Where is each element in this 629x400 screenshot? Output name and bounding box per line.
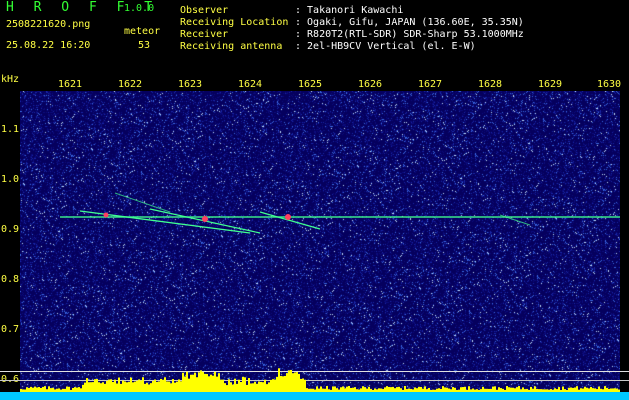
info-location-value: : Ogaki, Gifu, JAPAN (136.60E, 35.35N) [295, 17, 524, 28]
x-tick-1627: 1627 [418, 79, 443, 90]
x-tick-1622: 1622 [118, 79, 143, 90]
signal-overlay [60, 192, 620, 234]
info-receiver-key: Receiver [180, 29, 229, 40]
info-receiver-value: : R820T2(RTL-SDR) SDR-Sharp 53.1000MHz [295, 29, 524, 40]
separator-line-bottom [0, 380, 629, 381]
count-label: meteor [124, 26, 161, 37]
header-panel: H R O F F T 1.0.0 2508221620.png 25.08.2… [0, 0, 629, 72]
info-antenna-key: Receiving antenna [180, 41, 283, 52]
file-name: 2508221620.png [6, 19, 91, 30]
separator-line-top [0, 371, 629, 372]
info-observer-value: : Takanori Kawachi [295, 5, 404, 16]
y-tick-0-8: 0.8 [1, 274, 20, 285]
x-tick-1624: 1624 [238, 79, 263, 90]
y-tick-1-0: 1.0 [1, 174, 20, 185]
y-unit-label: kHz [1, 74, 20, 85]
x-tick-1629: 1629 [538, 79, 563, 90]
app-version: 1.0.0 [124, 3, 155, 14]
timestamp: 25.08.22 16:20 [6, 40, 91, 51]
y-tick-0-9: 0.9 [1, 224, 20, 235]
x-tick-1628: 1628 [478, 79, 503, 90]
count-value: 53 [138, 40, 151, 51]
x-tick-1623: 1623 [178, 79, 203, 90]
info-observer-key: Observer [180, 5, 229, 16]
info-location-key: Receiving Location [180, 17, 289, 28]
x-tick-1630: 1630 [597, 79, 622, 90]
signal-core-1 [103, 212, 109, 218]
signal-core-3 [285, 214, 291, 220]
x-tick-1625: 1625 [298, 79, 323, 90]
x-tick-1621: 1621 [58, 79, 83, 90]
spectrogram [20, 91, 620, 400]
meteor-trace-4 [259, 211, 321, 230]
y-tick-1-1: 1.1 [1, 124, 20, 135]
y-tick-0-7: 0.7 [1, 324, 20, 335]
info-antenna-value: : 2el-HB9CV Vertical (el. E-W) [295, 41, 476, 52]
x-tick-1626: 1626 [358, 79, 383, 90]
signal-core-2 [202, 216, 208, 222]
meteor-trace-2 [114, 192, 171, 213]
